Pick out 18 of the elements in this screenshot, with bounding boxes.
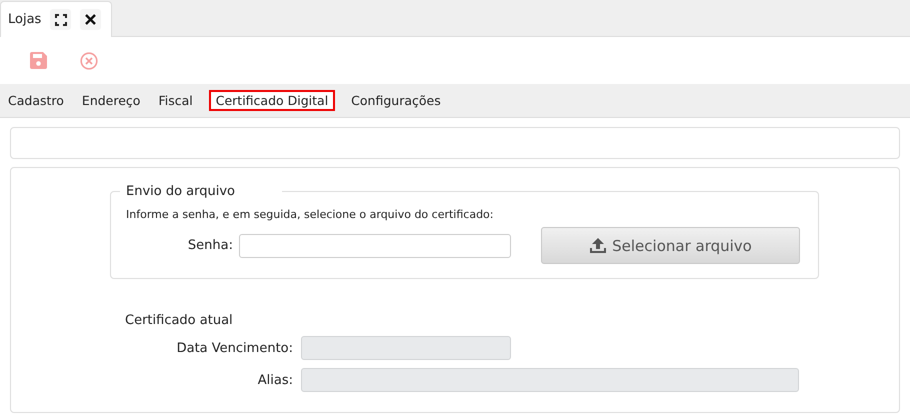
password-label: Senha: <box>186 238 233 253</box>
section-heading: Certificado atual <box>125 313 234 328</box>
tab[interactable]: Cadastro <box>2 90 70 111</box>
document-tab[interactable]: Lojas <box>0 1 112 37</box>
maximize-icon[interactable] <box>50 9 72 30</box>
tab[interactable]: Endereço <box>76 90 146 111</box>
select-file-button[interactable]: Selecionar arquivo <box>541 227 800 264</box>
tab-title: Lojas <box>8 12 42 27</box>
tab[interactable]: Configurações <box>345 90 447 111</box>
group-legend: Envio do arquivo <box>120 184 282 199</box>
field-label: Alias: <box>256 372 293 388</box>
tab[interactable]: Fiscal <box>152 90 199 111</box>
close-icon[interactable] <box>80 9 102 30</box>
upload-icon <box>589 237 608 254</box>
instructions-text: Informe a senha, e em seguida, selecione o arquivo do certificado: <box>126 208 494 221</box>
field-label: Data Vencimento: <box>176 340 293 356</box>
password-field[interactable] <box>239 234 511 258</box>
tab[interactable]: Certificado Digital <box>208 90 336 111</box>
